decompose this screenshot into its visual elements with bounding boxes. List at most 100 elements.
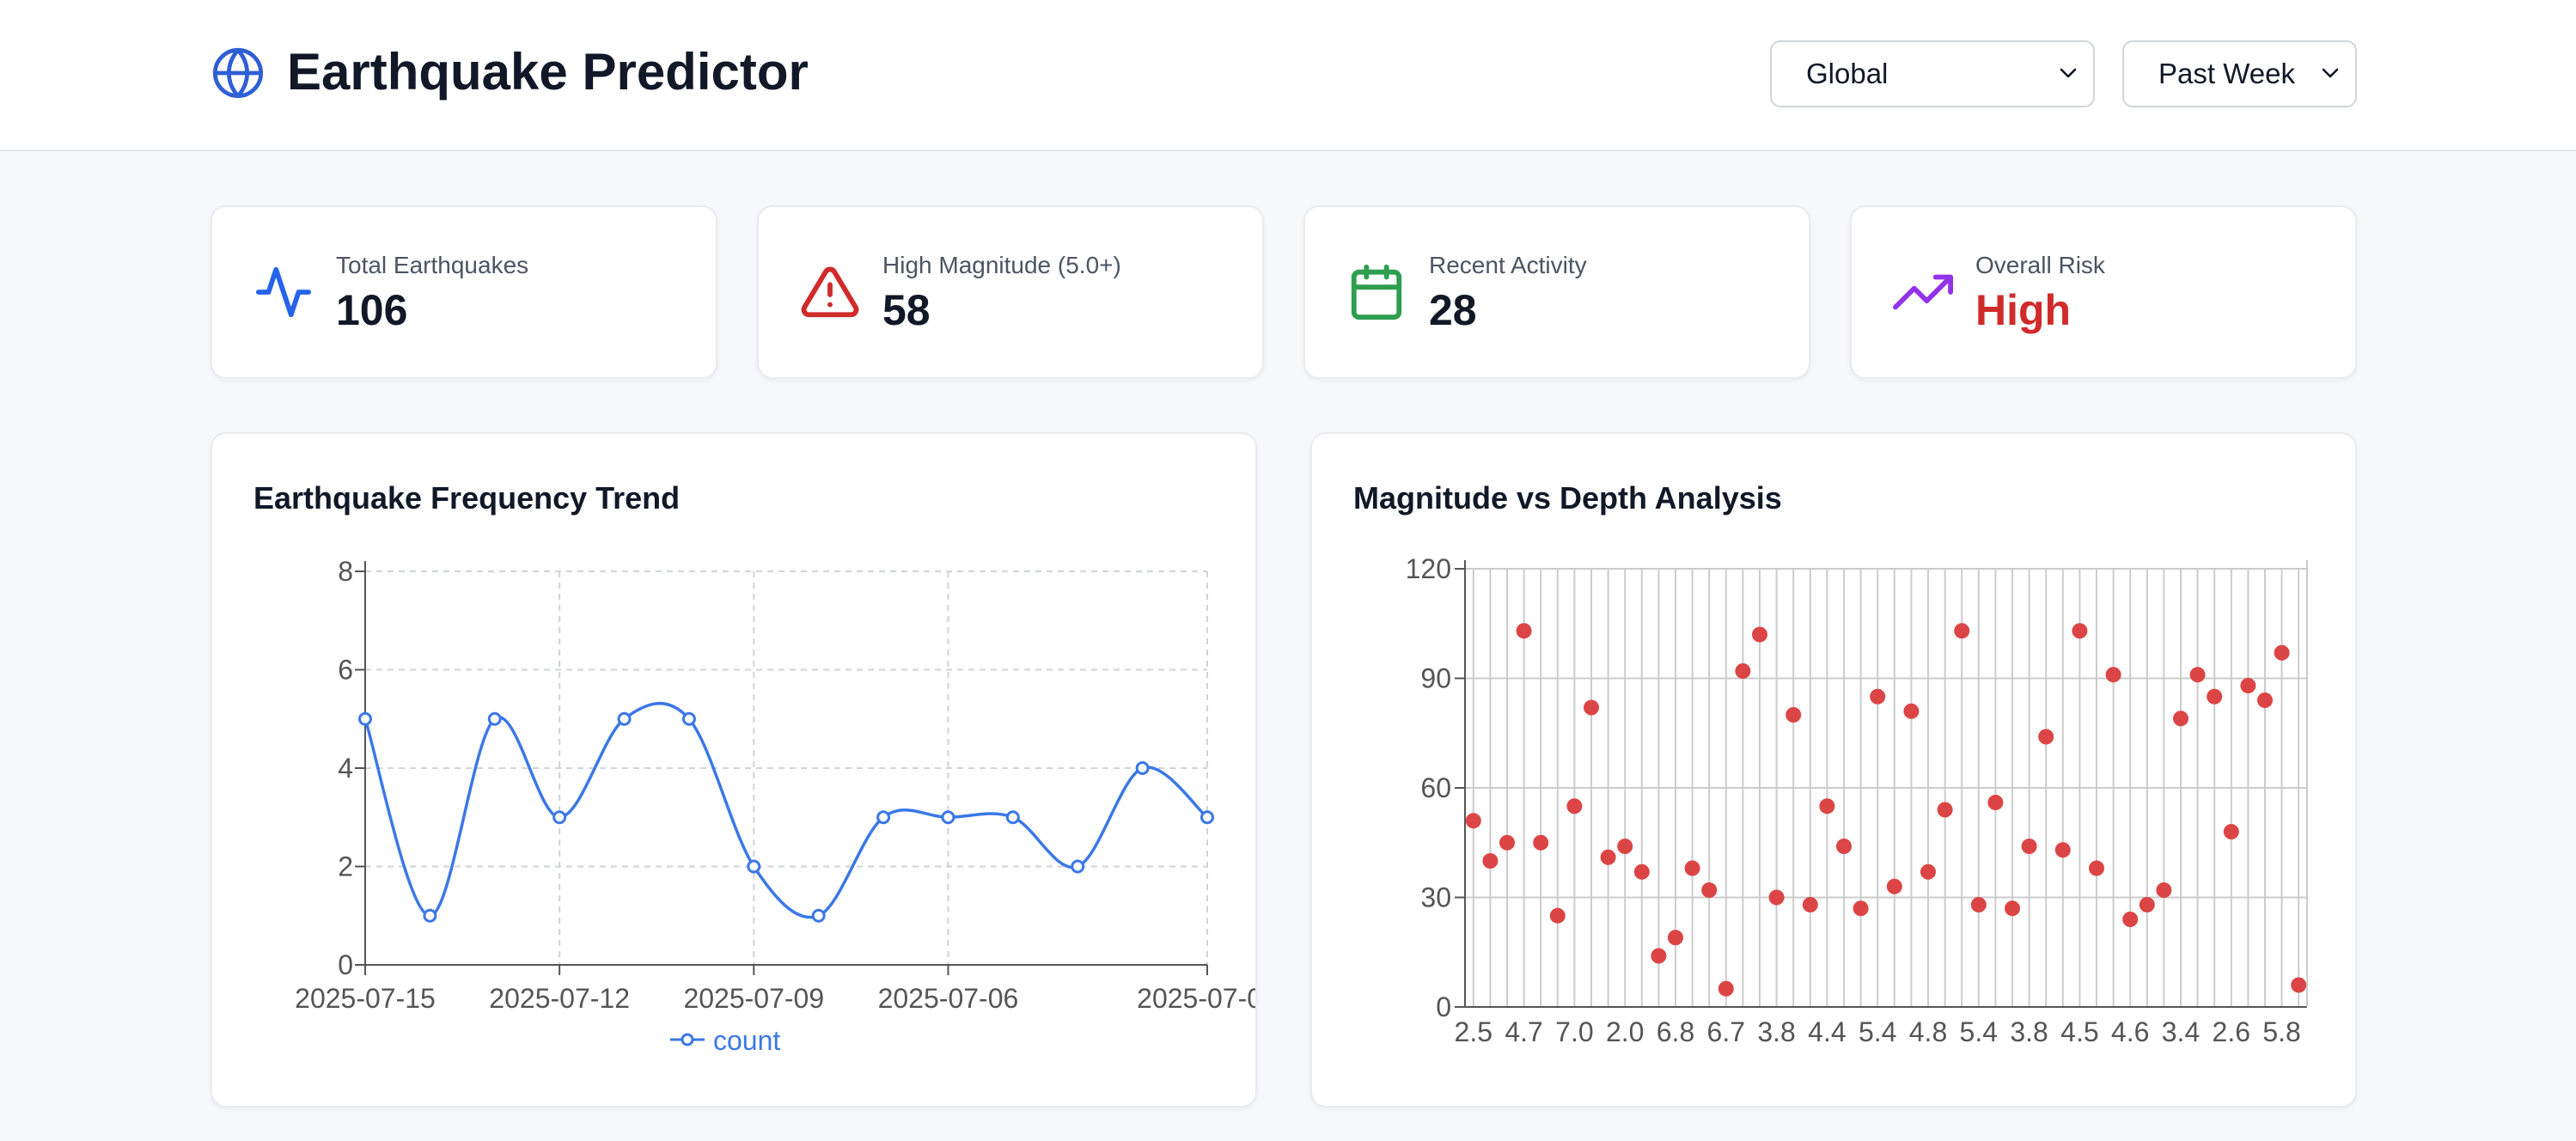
- stat-label: Recent Activity: [1429, 252, 1587, 278]
- scatter-point: [2189, 667, 2206, 683]
- app-title: Earthquake Predictor: [287, 43, 809, 101]
- scatter-point: [2257, 693, 2273, 708]
- chevron-down-icon: [2060, 68, 2077, 78]
- scatter-point: [1785, 707, 1802, 723]
- scatter-point: [1819, 798, 1835, 815]
- x-tick-label: 4.8: [1909, 1016, 1947, 1047]
- globe-icon: [212, 47, 264, 99]
- y-tick-label: 120: [1406, 553, 1451, 584]
- x-tick-label: 7.0: [1555, 1016, 1593, 1047]
- scatter-point: [1465, 813, 1481, 829]
- magnitude-chart-panel: Magnitude vs Depth Analysis 0 30 60 90 120 2.…: [1310, 432, 2357, 1107]
- scatter-point: [1802, 897, 1818, 912]
- scatter-point: [1752, 626, 1767, 643]
- scatter-point: [1970, 897, 1987, 912]
- period-select[interactable]: Past Week: [2122, 40, 2357, 107]
- period-select-value: Past Week: [2158, 58, 2295, 89]
- legend-label: count: [713, 1025, 780, 1056]
- scatter-point: [1701, 882, 1718, 898]
- scatter-point: [2274, 644, 2290, 661]
- x-tick-label: 2.0: [1606, 1016, 1644, 1047]
- data-point: [487, 711, 502, 726]
- y-tick-label: 4: [338, 753, 353, 784]
- top-bar: Earthquake Predictor Global Past Week: [0, 0, 2576, 151]
- data-point: [876, 810, 891, 825]
- data-point: [811, 908, 826, 923]
- scatter-point: [1836, 839, 1852, 854]
- scatter-point: [1584, 699, 1599, 716]
- stat-value: 28: [1429, 286, 1477, 334]
- y-tick-label: 6: [338, 655, 353, 686]
- data-point: [1005, 810, 1020, 825]
- scatter-point: [1651, 948, 1667, 964]
- x-tick-label: 3.8: [2010, 1016, 2048, 1047]
- stat-value: 106: [336, 286, 408, 334]
- series-line-count: [363, 702, 1209, 919]
- magnitude-scatter-chart: 0 30 60 90 120 2.5 4.7 7.0 2.0 6.8 6.7 3.8 4.4 5.4 4.8…: [1406, 553, 2308, 1047]
- frequency-line-chart: 0 2 4 6 8 2025-07-15 2025-07-12 2025-07-09 2025-…: [295, 556, 1255, 1056]
- y-tick-label: 0: [1436, 992, 1451, 1022]
- scatter-point: [1937, 802, 1953, 818]
- chevron-down-icon: [2322, 68, 2339, 78]
- scatter-point: [1987, 795, 2004, 810]
- x-tick-label: 3.8: [1757, 1016, 1795, 1047]
- x-tick-label: 5.8: [2262, 1016, 2300, 1047]
- x-tick-label: 4.7: [1505, 1016, 1542, 1047]
- x-tick-label: 6.7: [1707, 1016, 1745, 1047]
- scatter-point: [2173, 711, 2188, 727]
- trending-up-icon: [1893, 274, 1953, 310]
- scatter-point: [2054, 842, 2071, 858]
- legend-marker: [681, 1033, 694, 1046]
- scatter-point: [1499, 834, 1515, 851]
- data-point: [358, 711, 372, 726]
- stat-card-recent-activity: Recent Activity 28: [1303, 205, 1810, 379]
- scatter-point: [1718, 980, 1734, 997]
- scatter-point: [1633, 863, 1650, 880]
- scatter-point: [1549, 907, 1566, 924]
- x-tick-label: 2.5: [1455, 1016, 1492, 1047]
- calendar-icon: [1351, 264, 1402, 320]
- scatter-point: [2207, 688, 2223, 705]
- stat-label: High Magnitude (5.0+): [882, 252, 1121, 278]
- x-tick-label: 3.4: [2162, 1016, 2200, 1047]
- risk-value: High: [1975, 286, 2072, 334]
- scatter-point: [2105, 667, 2121, 683]
- scatter-point: [2122, 912, 2139, 927]
- data-point: [552, 810, 567, 825]
- scatter-point: [2223, 824, 2239, 839]
- y-tick-label: 60: [1420, 772, 1451, 803]
- scatter-point: [1533, 834, 1549, 851]
- scatter-point: [1886, 878, 1902, 894]
- y-tick-label: 30: [1420, 882, 1451, 913]
- data-point: [747, 859, 761, 874]
- scatter-point: [2156, 882, 2172, 898]
- y-tick-label: 2: [338, 851, 353, 882]
- x-tick-label: 2025-07-09: [683, 983, 824, 1014]
- y-tick-label: 0: [338, 949, 353, 980]
- x-tick-label: 2025-07-12: [489, 983, 630, 1014]
- scatter-point: [1768, 889, 1785, 906]
- scatter-point: [1482, 853, 1499, 869]
- data-point: [941, 810, 955, 825]
- x-tick-label: 6.8: [1657, 1016, 1694, 1047]
- stat-value: 58: [882, 286, 931, 334]
- scatter-point: [1684, 860, 1700, 876]
- region-select[interactable]: Global: [1770, 40, 2095, 107]
- scatter-point: [2291, 977, 2307, 993]
- stat-card-overall-risk: Overall Risk High: [1850, 205, 2357, 379]
- scatter-point: [2240, 678, 2256, 693]
- scatter-point: [1853, 900, 1869, 917]
- frequency-chart-panel: Earthquake Frequency Trend 0 2 4 6 8 2025-07-…: [211, 432, 1257, 1107]
- stat-label: Total Earthquakes: [336, 252, 529, 278]
- scatter-point: [1954, 623, 1970, 639]
- scatter-point: [1735, 663, 1751, 679]
- y-tick-label: 90: [1420, 663, 1451, 694]
- data-point: [1135, 761, 1150, 775]
- scatter-point: [1566, 798, 1583, 815]
- scatter-point: [2139, 897, 2155, 912]
- scatter-point: [2005, 900, 2020, 917]
- scatter-point: [2089, 860, 2104, 876]
- stat-label: Overall Risk: [1975, 252, 2105, 278]
- scatter-point: [1617, 839, 1633, 854]
- scatter-point: [1870, 688, 1886, 705]
